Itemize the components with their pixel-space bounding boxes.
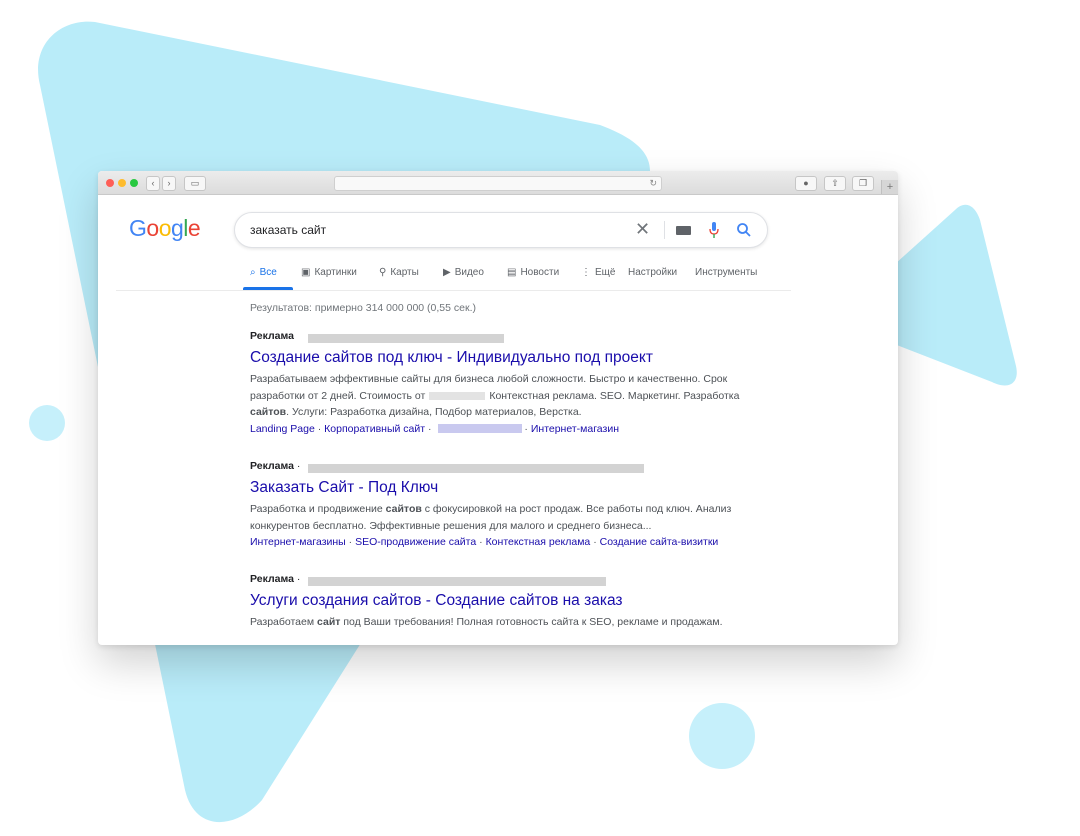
- search-input[interactable]: [250, 222, 630, 238]
- small-circle-left: [29, 405, 65, 441]
- plus-icon: +: [886, 181, 894, 193]
- tab-images[interactable]: ▣ Картинки: [301, 266, 357, 280]
- tab-all[interactable]: ⌕ Все: [250, 266, 277, 280]
- new-tab-button[interactable]: +: [881, 180, 898, 194]
- download-icon: ●: [803, 178, 809, 188]
- logo-letter: o: [146, 215, 159, 241]
- zoom-window-button[interactable]: [130, 179, 138, 187]
- results-stats: Результатов: примерно 314 000 000 (0,55 …: [250, 302, 476, 314]
- blurred-sitelink[interactable]: [438, 424, 523, 434]
- keyboard-icon[interactable]: [676, 226, 691, 235]
- ad-badge: Реклама: [250, 573, 294, 585]
- ad-desc-text: . Услуги: Разработка дизайна, Подбор мат…: [286, 406, 582, 418]
- sitelink[interactable]: Интернет-магазин: [531, 423, 619, 435]
- newspaper-icon: ▤: [507, 267, 517, 278]
- ad-sitelinks: Интернет-магазины · SEO-продвижение сайт…: [250, 536, 719, 548]
- search-icon[interactable]: [736, 222, 752, 238]
- sitelink[interactable]: Landing Page: [250, 423, 315, 435]
- tab-more[interactable]: ⋮ Ещё: [581, 266, 615, 280]
- microphone-icon[interactable]: [709, 221, 719, 239]
- ad-desc-text: Разработка и продвижение: [250, 503, 383, 515]
- sitelink[interactable]: Корпоративный сайт: [324, 423, 425, 435]
- share-icon: ⇧: [831, 178, 839, 188]
- tab-label: Новости: [520, 267, 560, 278]
- browser-window: ‹ › ▭ ↻ ● ⇧ ❐ + Google ✕ ⌕Все ▣Кар: [98, 171, 898, 645]
- logo-letter: g: [170, 215, 184, 241]
- browser-titlebar: ‹ › ▭ ↻ ● ⇧ ❐ +: [98, 171, 898, 195]
- minimize-window-button[interactable]: [118, 179, 126, 187]
- chevron-left-icon: ‹: [151, 178, 155, 188]
- tabs-divider: [116, 290, 791, 291]
- blurred-url: [308, 577, 606, 586]
- ad-desc-text: Разработаем: [250, 616, 315, 628]
- sitelink[interactable]: SEO-продвижение сайта: [355, 536, 476, 548]
- blurred-url: [308, 464, 644, 473]
- tab-video[interactable]: ▶ Видео: [443, 266, 484, 280]
- tab-label: Ещё: [595, 267, 616, 278]
- tab-maps[interactable]: ⚲ Карты: [379, 266, 419, 280]
- sidebar-toggle-button[interactable]: ▭: [184, 176, 206, 191]
- forward-button[interactable]: ›: [162, 176, 176, 191]
- sitelink[interactable]: Интернет-магазины: [250, 536, 346, 548]
- back-button[interactable]: ‹: [146, 176, 160, 191]
- ad-title-link[interactable]: Заказать Сайт - Под Ключ: [250, 478, 760, 498]
- tabs-icon: ❐: [858, 178, 868, 188]
- ad-result: Реклама Создание сайтов под ключ - Индив…: [250, 330, 760, 437]
- ad-desc-bold: сайтов: [385, 503, 422, 515]
- tab-settings[interactable]: Настройки: [628, 266, 677, 280]
- blurred-url: [308, 334, 504, 343]
- play-icon: ▶: [443, 267, 451, 278]
- tab-label: Инструменты: [695, 267, 758, 278]
- tab-label: Видео: [454, 267, 484, 278]
- search-divider: [664, 221, 665, 239]
- ad-title-link[interactable]: Создание сайтов под ключ - Индивидуально…: [250, 348, 760, 368]
- image-icon: ▣: [301, 267, 311, 278]
- sitelink[interactable]: Создание сайта-визитки: [600, 536, 719, 548]
- more-vert-icon: ⋮: [581, 267, 591, 278]
- tab-label: Настройки: [628, 267, 678, 278]
- tab-label: Карты: [390, 267, 419, 278]
- share-button[interactable]: ⇧: [824, 176, 846, 191]
- tab-tools[interactable]: Инструменты: [695, 266, 757, 280]
- ad-desc-bold: сайт: [317, 616, 341, 628]
- logo-letter: e: [187, 215, 201, 241]
- logo-letter: o: [158, 215, 172, 241]
- ad-title-link[interactable]: Услуги создания сайтов - Создание сайтов…: [250, 591, 760, 611]
- ad-description: Разработаем сайт под Ваши требования! По…: [250, 614, 760, 631]
- close-window-button[interactable]: [106, 179, 114, 187]
- blurred-price: [429, 391, 486, 400]
- ad-sitelinks: Landing Page · Корпоративный сайт · · Ин…: [250, 422, 620, 435]
- circle-bottom: [689, 703, 755, 769]
- tab-label: Все: [259, 267, 277, 278]
- ad-result: Реклама · Заказать Сайт - Под Ключ Разра…: [250, 460, 760, 550]
- sidebar-icon: ▭: [190, 178, 200, 188]
- tab-label: Картинки: [314, 267, 357, 278]
- ad-description: Разрабатываем эффективные сайты для бизн…: [250, 371, 760, 421]
- google-logo[interactable]: Google: [129, 215, 201, 242]
- tab-news[interactable]: ▤ Новости: [507, 266, 559, 280]
- reload-icon[interactable]: ↻: [649, 177, 657, 190]
- chevron-right-icon: ›: [167, 178, 171, 188]
- ad-header: Реклама: [250, 330, 760, 346]
- ad-header: Реклама ·: [250, 460, 760, 476]
- search-icon: ⌕: [250, 267, 256, 278]
- downloads-button[interactable]: ●: [795, 176, 817, 191]
- sitelink[interactable]: Контекстная реклама: [486, 536, 591, 548]
- ad-description: Разработка и продвижение сайтов с фокуси…: [250, 501, 760, 534]
- tabs-overview-button[interactable]: ❐: [852, 176, 874, 191]
- ad-header: Реклама ·: [250, 573, 760, 589]
- ad-desc-bold: сайтов: [250, 406, 287, 418]
- map-pin-icon: ⚲: [379, 267, 387, 278]
- search-box: ✕: [234, 212, 768, 248]
- ad-result: Реклама · Услуги создания сайтов - Созда…: [250, 573, 760, 631]
- ad-desc-text: под Ваши требования! Полная готовность с…: [343, 616, 723, 628]
- logo-letter: G: [129, 215, 147, 241]
- ad-badge: Реклама: [250, 460, 294, 472]
- address-bar[interactable]: ↻: [334, 176, 662, 191]
- clear-search-icon[interactable]: ✕: [635, 219, 650, 239]
- ad-desc-text: Контекстная реклама. SEO. Маркетинг. Раз…: [489, 389, 740, 402]
- ad-badge: Реклама: [250, 330, 294, 342]
